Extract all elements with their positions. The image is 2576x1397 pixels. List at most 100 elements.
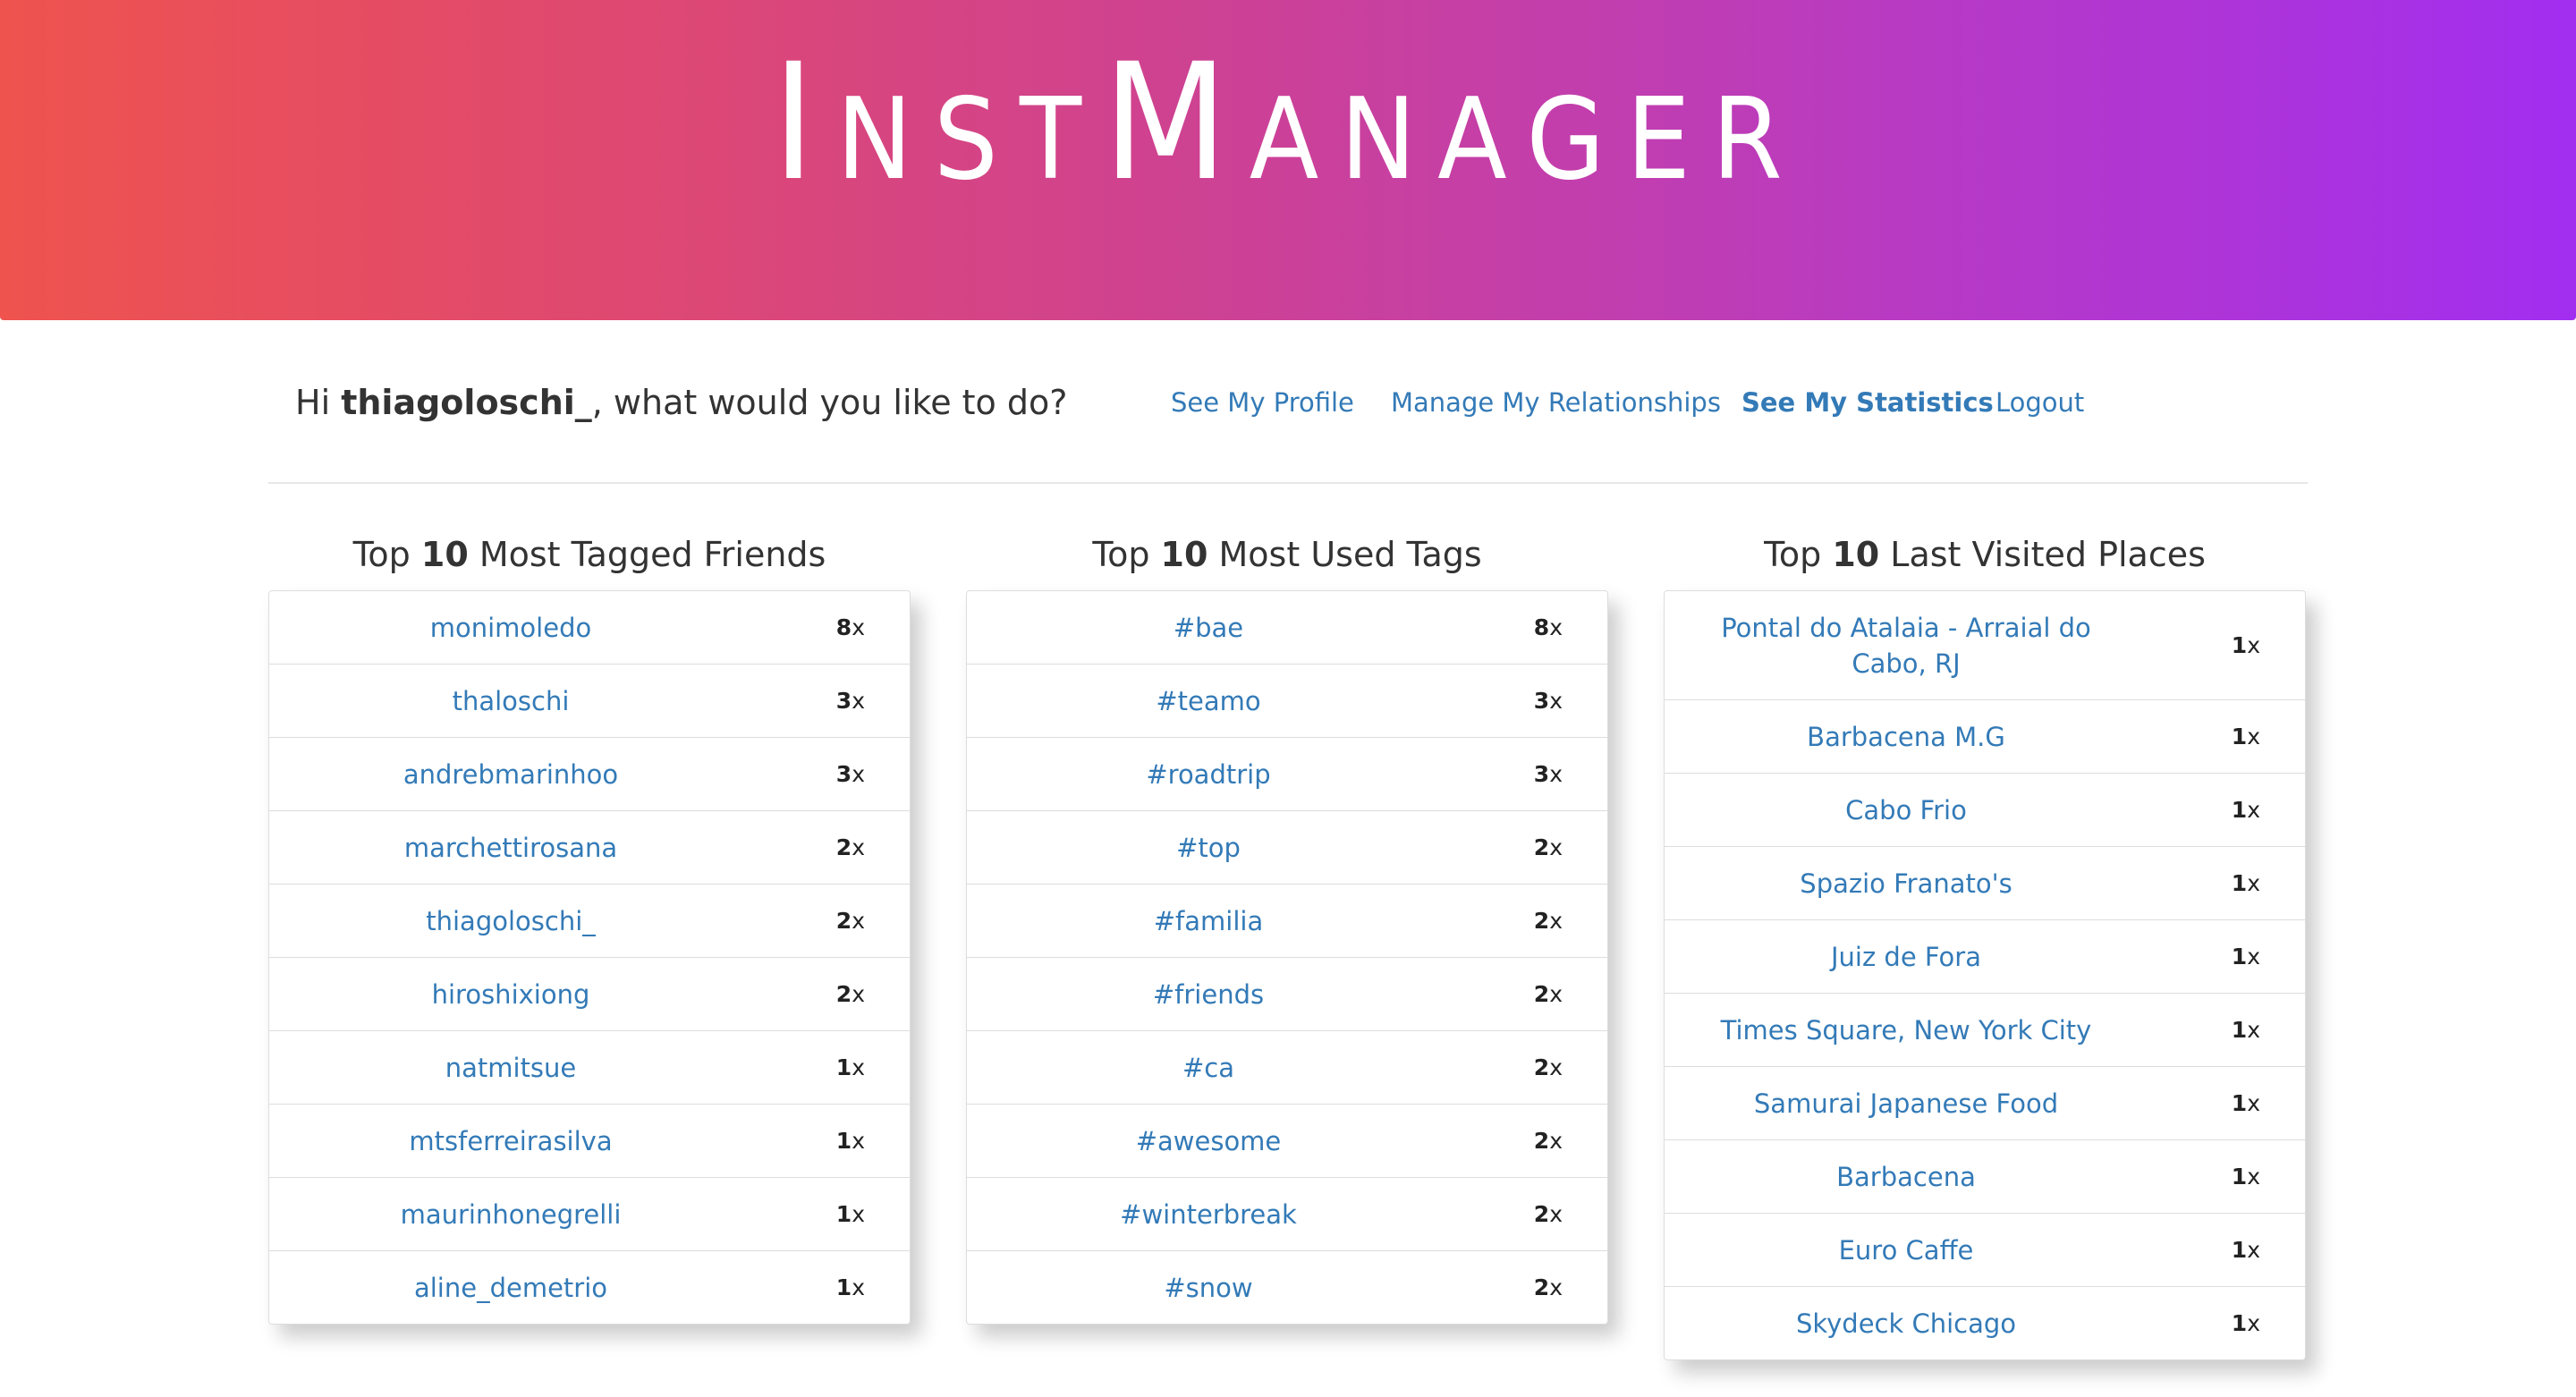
count-value: 1 [2231, 1310, 2248, 1336]
count-unit: x [852, 1128, 865, 1154]
count-badge: 1x [836, 1031, 865, 1104]
count-badge: 1x [836, 1178, 865, 1250]
tag-link[interactable]: #winterbreak [967, 1178, 1450, 1250]
count-unit: x [2247, 797, 2260, 823]
tag-link[interactable]: #familia [967, 885, 1450, 957]
count-badge: 2x [1534, 1105, 1563, 1177]
place-row: Samurai Japanese Food 1 x [1665, 1067, 2305, 1140]
count-unit: x [2247, 944, 2260, 969]
panel-title-suffix: Last Visited Places [1879, 535, 2206, 574]
app-logo-title: InstManager [772, 30, 1804, 216]
tagged-friends-list: monimoledo 8 x thaloschi 3 x andrebmarinhoo 3 x m… [268, 590, 911, 1325]
place-row: Barbacena 1 x [1665, 1140, 2305, 1214]
count-value: 1 [2231, 1017, 2248, 1043]
greeting-suffix: , what would you like to do? [591, 383, 1068, 422]
count-value: 1 [2231, 724, 2248, 749]
place-link[interactable]: Juiz de Fora [1665, 920, 2148, 993]
count-value: 2 [1533, 908, 1550, 934]
friend-link[interactable]: maurinhonegrelli [269, 1178, 752, 1250]
count-badge: 8x [836, 591, 865, 664]
count-badge: 3x [1534, 738, 1563, 810]
count-value: 3 [835, 761, 852, 787]
count-badge: 2x [836, 811, 865, 884]
tag-link[interactable]: #teamo [967, 665, 1450, 737]
place-link[interactable]: Skydeck Chicago [1665, 1287, 2148, 1359]
tag-link[interactable]: #bae [967, 591, 1450, 664]
friend-row: aline_demetrio 1 x [269, 1251, 910, 1324]
count-badge: 1x [2232, 847, 2260, 919]
count-unit: x [852, 688, 865, 714]
friend-link[interactable]: thaloschi [269, 665, 752, 737]
friend-row: thaloschi 3 x [269, 665, 910, 738]
tag-link[interactable]: #ca [967, 1031, 1450, 1104]
place-link[interactable]: Cabo Frio [1665, 774, 2148, 846]
count-badge: 2x [836, 885, 865, 957]
place-row: Pontal do Atalaia - Arraial do Cabo, RJ 1… [1665, 591, 2305, 700]
count-badge: 1x [2232, 1214, 2260, 1286]
count-value: 1 [835, 1054, 852, 1080]
count-unit: x [852, 1201, 865, 1227]
count-value: 1 [2231, 1090, 2248, 1116]
count-badge: 1x [2232, 1067, 2260, 1139]
count-value: 1 [2231, 944, 2248, 969]
friend-link[interactable]: hiroshixiong [269, 958, 752, 1030]
place-link[interactable]: Samurai Japanese Food [1665, 1067, 2148, 1139]
count-value: 2 [835, 981, 852, 1007]
section-divider [268, 482, 2308, 484]
friend-link[interactable]: aline_demetrio [269, 1251, 752, 1324]
count-unit: x [1549, 688, 1563, 714]
count-badge: 2x [1534, 811, 1563, 884]
count-badge: 2x [1534, 885, 1563, 957]
place-row: Juiz de Fora 1 x [1665, 920, 2305, 994]
count-badge: 3x [836, 738, 865, 810]
count-value: 2 [1533, 1128, 1550, 1154]
panel-title-prefix: Top [1764, 535, 1833, 574]
friend-row: natmitsue 1 x [269, 1031, 910, 1105]
nav-see-my-statistics-link[interactable]: See My Statistics [1741, 383, 1994, 422]
count-value: 2 [1533, 1054, 1550, 1080]
count-unit: x [852, 1274, 865, 1300]
friend-link[interactable]: mtsferreirasilva [269, 1105, 752, 1177]
panel-title-number: 10 [420, 535, 469, 574]
count-value: 1 [2231, 797, 2248, 823]
count-badge: 1x [2232, 1287, 2260, 1359]
count-unit: x [1549, 614, 1563, 640]
used-tags-list: #bae 8 x #teamo 3 x #roadtrip 3 x #top 2 x #familia 2… [966, 590, 1608, 1325]
count-badge: 3x [1534, 665, 1563, 737]
friend-row: monimoledo 8 x [269, 591, 910, 665]
nav-see-my-profile-link[interactable]: See My Profile [1171, 383, 1354, 422]
tag-link[interactable]: #snow [967, 1251, 1450, 1324]
tag-row: #top 2 x [967, 811, 1607, 885]
count-badge: 1x [2232, 994, 2260, 1066]
tag-link[interactable]: #roadtrip [967, 738, 1450, 810]
count-value: 8 [1533, 614, 1550, 640]
tag-link[interactable]: #awesome [967, 1105, 1450, 1177]
tag-link[interactable]: #friends [967, 958, 1450, 1030]
friend-link[interactable]: thiagoloschi_ [269, 885, 752, 957]
count-badge: 2x [836, 958, 865, 1030]
greeting-prefix: Hi [295, 383, 342, 422]
count-unit: x [852, 1054, 865, 1080]
place-row: Skydeck Chicago 1 x [1665, 1287, 2305, 1359]
panel-title-number: 10 [1160, 535, 1208, 574]
friend-link[interactable]: monimoledo [269, 591, 752, 664]
nav-logout-link[interactable]: Logout [1996, 383, 2084, 422]
place-link[interactable]: Times Square, New York City [1665, 994, 2148, 1066]
friend-link[interactable]: natmitsue [269, 1031, 752, 1104]
place-link[interactable]: Pontal do Atalaia - Arraial do Cabo, RJ [1665, 591, 2148, 699]
count-unit: x [852, 614, 865, 640]
tag-row: #awesome 2 x [967, 1105, 1607, 1178]
count-unit: x [852, 761, 865, 787]
friend-link[interactable]: marchettirosana [269, 811, 752, 884]
friend-link[interactable]: andrebmarinhoo [269, 738, 752, 810]
place-link[interactable]: Barbacena M.G [1665, 700, 2148, 773]
friend-row: maurinhonegrelli 1 x [269, 1178, 910, 1251]
count-value: 3 [1533, 688, 1550, 714]
place-link[interactable]: Euro Caffe [1665, 1214, 2148, 1286]
place-link[interactable]: Spazio Franato's [1665, 847, 2148, 919]
tag-link[interactable]: #top [967, 811, 1450, 884]
nav-manage-relationships-link[interactable]: Manage My Relationships [1391, 383, 1721, 422]
count-badge: 8x [1534, 591, 1563, 664]
greeting-text: Hi thiagoloschi_, what would you like to… [295, 377, 1067, 428]
place-link[interactable]: Barbacena [1665, 1140, 2148, 1213]
